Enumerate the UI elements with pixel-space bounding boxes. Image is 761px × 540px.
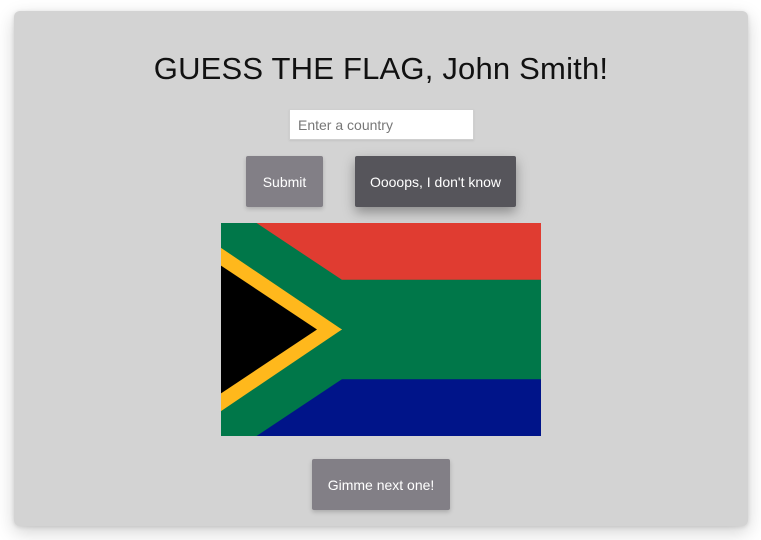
next-flag-button[interactable]: Gimme next one! xyxy=(312,459,450,510)
country-input[interactable] xyxy=(289,109,474,140)
page-title: GUESS THE FLAG, John Smith! xyxy=(153,51,609,86)
dont-know-button-label: Oooops, I don't know xyxy=(369,173,502,190)
next-flag-button-label: Gimme next one! xyxy=(327,476,435,493)
submit-button-label: Submit xyxy=(262,173,307,190)
game-card: GUESS THE FLAG, John Smith! Submit Oooop… xyxy=(14,11,748,526)
flag-image xyxy=(221,223,541,436)
dont-know-button[interactable]: Oooops, I don't know xyxy=(355,156,516,207)
submit-button[interactable]: Submit xyxy=(246,156,323,207)
